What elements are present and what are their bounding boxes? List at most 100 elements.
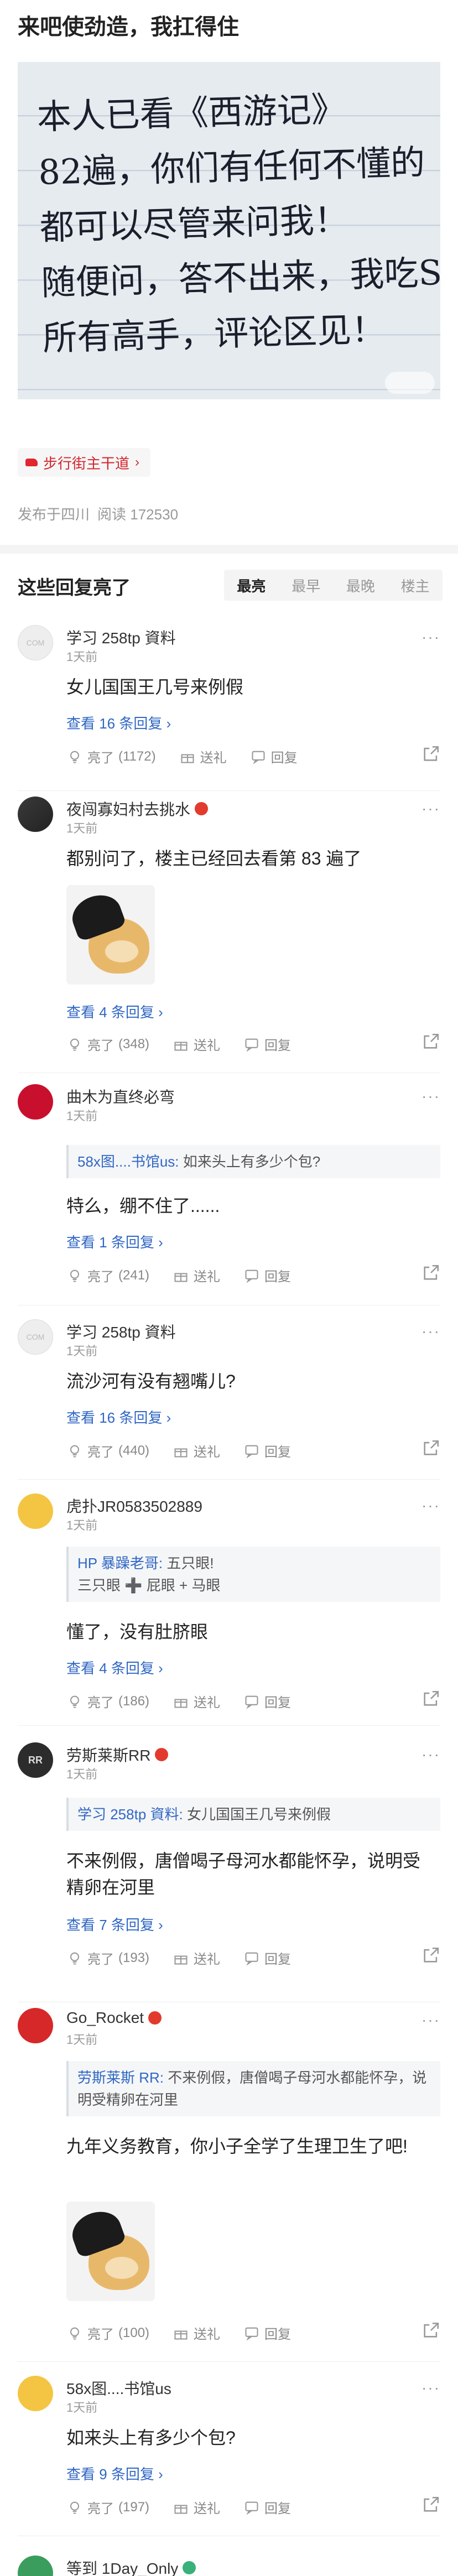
avatar[interactable]: COM — [18, 625, 53, 660]
avatar[interactable]: COM — [18, 1319, 53, 1355]
comment-text: 女儿国国王几号来例假 — [66, 677, 244, 697]
comment-item: COM 学习 258tp 資料 1天前 ··· 女儿国国王几号来例假 查看 16… — [0, 625, 458, 791]
username[interactable]: 学习 258tp 資料 — [66, 1320, 176, 1342]
reply-button[interactable]: 回复 — [243, 1034, 291, 1054]
username[interactable]: 虎扑JR0583502889 — [66, 1495, 202, 1517]
more-options-icon[interactable]: ··· — [421, 1746, 440, 1763]
time-ago: 1天前 — [66, 2033, 98, 2047]
username[interactable]: 58x图....书馆us — [66, 2377, 171, 2399]
topic-tag-label: 步行街主干道 — [43, 455, 130, 472]
reply-button[interactable]: 回复 — [243, 1441, 291, 1460]
like-button[interactable]: 亮了 (241) — [66, 1266, 149, 1285]
share-icon[interactable] — [421, 1032, 440, 1051]
like-button[interactable]: 亮了 (193) — [66, 1948, 149, 1968]
avatar[interactable] — [18, 2376, 53, 2411]
more-options-icon[interactable]: ··· — [421, 800, 440, 818]
like-button[interactable]: 亮了 (348) — [66, 1034, 149, 1054]
avatar[interactable] — [18, 1084, 53, 1120]
avatar[interactable] — [18, 1493, 53, 1529]
gift-icon — [173, 2499, 189, 2516]
username[interactable]: 学习 258tp 資料 — [66, 626, 176, 648]
reply-icon — [243, 2499, 260, 2516]
tab-brightest[interactable]: 最亮 — [237, 575, 266, 596]
comment-text: 如来头上有多少个包? — [66, 2428, 236, 2448]
view-replies-link[interactable]: 查看 4 条回复 › — [66, 1001, 163, 1022]
gift-button[interactable]: 送礼 — [173, 2497, 220, 2517]
handwritten-note: 本人已看《西游记》 82遍，你们有任何不懂的 都可以尽管来问我！ 随便问，答不出… — [36, 89, 440, 358]
reply-icon — [243, 1267, 260, 1284]
quoted-reply[interactable]: 58x图....书馆us: 如来头上有多少个包? — [66, 1145, 440, 1178]
username[interactable]: 劳斯莱斯RR — [66, 1744, 169, 1766]
post-image[interactable]: 本人已看《西游记》 82遍，你们有任何不懂的 都可以尽管来问我！ 随便问，答不出… — [18, 62, 440, 399]
gift-button[interactable]: 送礼 — [173, 1441, 220, 1460]
comment-item: 曲木为直终必弯 1天前 ··· 58x图....书馆us: 如来头上有多少个包?… — [0, 1084, 458, 1305]
comment-text: 九年义务教育，你小子全学了生理卫生了吧! — [66, 2136, 408, 2156]
comment-actions: 亮了 (197) 送礼 回复 — [66, 2495, 440, 2517]
quoted-reply[interactable]: HP 暴躁老哥: 五只眼! 三只眼 ➕ 屁眼 + 马眼 — [66, 1547, 440, 1602]
like-button[interactable]: 亮了 (197) — [66, 2497, 149, 2517]
reply-button[interactable]: 回复 — [243, 1948, 291, 1968]
more-options-icon[interactable]: ··· — [421, 2011, 440, 2029]
avatar[interactable] — [18, 2556, 53, 2576]
more-options-icon[interactable]: ··· — [421, 1323, 440, 1340]
view-replies-link[interactable]: 查看 16 条回复 › — [66, 1407, 171, 1427]
gift-button[interactable]: 送礼 — [173, 2323, 220, 2343]
lightbulb-icon — [66, 1036, 83, 1053]
share-icon[interactable] — [421, 1439, 440, 1458]
more-options-icon[interactable]: ··· — [421, 628, 440, 646]
quoted-reply[interactable]: 学习 258tp 資料: 女儿国国王几号来例假 — [66, 1798, 440, 1831]
meme-image[interactable] — [66, 2202, 155, 2301]
username[interactable]: Go_Rocket — [66, 2009, 162, 2027]
view-replies-link[interactable]: 查看 9 条回复 › — [66, 2463, 163, 2484]
more-options-icon[interactable]: ··· — [421, 2379, 440, 2397]
gift-button[interactable]: 送礼 — [173, 1034, 220, 1054]
comment-actions: 亮了 (193) 送礼 回复 — [66, 1946, 440, 1968]
like-button[interactable]: 亮了 (1172) — [66, 747, 156, 766]
reply-button[interactable]: 回复 — [243, 1266, 291, 1285]
quoted-reply[interactable]: 劳斯莱斯 RR: 不来例假，唐僧喝子母河水都能怀孕，说明受精卵在河里 — [66, 2061, 440, 2116]
gift-button[interactable]: 送礼 — [173, 1948, 220, 1968]
lightbulb-icon — [66, 1267, 83, 1284]
comment-item: 虎扑JR0583502889 1天前 ··· HP 暴躁老哥: 五只眼! 三只眼 … — [0, 1493, 458, 1726]
share-icon[interactable] — [421, 1689, 440, 1708]
reply-button[interactable]: 回复 — [243, 2497, 291, 2517]
view-replies-link[interactable]: 查看 4 条回复 › — [66, 1657, 163, 1678]
share-icon[interactable] — [421, 2495, 440, 2514]
like-button[interactable]: 亮了 (100) — [66, 2323, 149, 2343]
meme-image[interactable] — [66, 885, 155, 985]
comment-actions: 亮了 (186) 送礼 回复 — [66, 1689, 440, 1711]
username[interactable]: 曲木为直终必弯 — [66, 1085, 175, 1107]
gift-button[interactable]: 送礼 — [173, 1266, 220, 1285]
like-button[interactable]: 亮了 (186) — [66, 1692, 149, 1711]
share-icon[interactable] — [421, 2321, 440, 2340]
sort-tabs: 最亮 最早 最晚 楼主 — [224, 570, 443, 601]
gift-button[interactable]: 送礼 — [179, 747, 227, 766]
share-icon[interactable] — [421, 745, 440, 763]
username[interactable]: 夜闯寡妇村去挑水 — [66, 798, 209, 820]
tab-op-only[interactable]: 楼主 — [401, 575, 430, 596]
view-replies-link[interactable]: 查看 7 条回复 › — [66, 1914, 163, 1934]
avatar[interactable] — [18, 2008, 53, 2043]
topic-tag[interactable]: 步行街主干道 › — [18, 448, 151, 477]
avatar[interactable]: RR — [18, 1742, 53, 1778]
tab-earliest[interactable]: 最早 — [292, 575, 320, 596]
comment-item: 夜闯寡妇村去挑水 1天前 ··· 都别问了，楼主已经回去看第 83 遍了 查看 … — [0, 797, 458, 1073]
more-options-icon[interactable]: ··· — [421, 1497, 440, 1515]
time-ago: 1天前 — [66, 1344, 98, 1358]
gift-icon — [173, 2325, 189, 2341]
view-replies-link[interactable]: 查看 16 条回复 › — [66, 712, 171, 733]
reply-button[interactable]: 回复 — [250, 747, 298, 766]
reply-button[interactable]: 回复 — [243, 1692, 291, 1711]
share-icon[interactable] — [421, 1946, 440, 1965]
username[interactable]: 等到 1Day_Only — [66, 2557, 196, 2576]
share-icon[interactable] — [421, 1263, 440, 1282]
view-replies-link[interactable]: 查看 1 条回复 › — [66, 1231, 163, 1252]
like-count: (186) — [118, 1693, 150, 1709]
more-options-icon[interactable]: ··· — [421, 1087, 440, 1105]
section-title: 这些回复亮了 — [18, 577, 131, 599]
gift-button[interactable]: 送礼 — [173, 1692, 220, 1711]
avatar[interactable] — [18, 797, 53, 832]
like-button[interactable]: 亮了 (440) — [66, 1441, 149, 1460]
reply-button[interactable]: 回复 — [243, 2323, 291, 2343]
tab-latest[interactable]: 最晚 — [346, 575, 375, 596]
